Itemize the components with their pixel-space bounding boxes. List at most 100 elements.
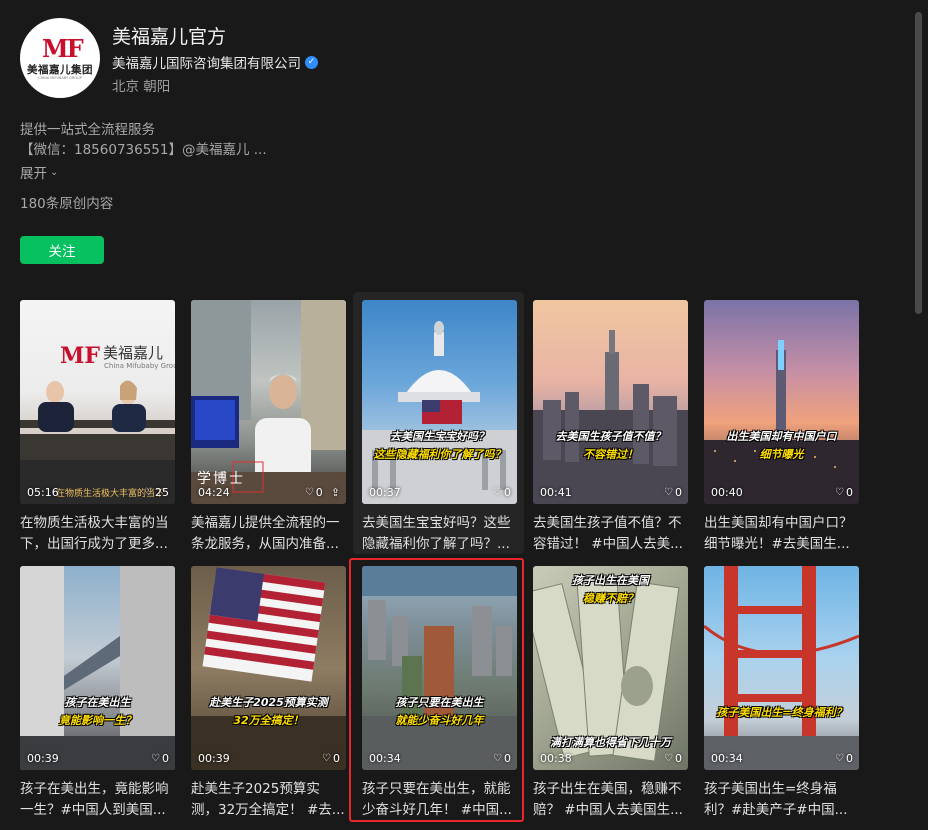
- original-count: 180条原创内容: [20, 196, 114, 212]
- video-card[interactable]: 出生美国却有中国户口 细节曝光 00:40 ♡ 0 出生美国却有中国户口？细节曝光…: [704, 300, 859, 555]
- thumb-caption: 孩子在美出生 竟能影响一生？: [20, 694, 175, 730]
- video-likes: ♡ 0: [664, 486, 682, 499]
- video-card[interactable]: 孩子在美出生 竟能影响一生？ 00:39 ♡ 0 孩子在美出生，竟能影响一生？#中…: [20, 566, 175, 821]
- description-line1: 提供一站式全流程服务: [20, 122, 155, 138]
- thumbnail-scene: [20, 566, 175, 770]
- video-title[interactable]: 出生美国却有中国户口？细节曝光！#去美国生...: [704, 513, 859, 555]
- caption-line2: 稳赚不赔？: [583, 592, 638, 605]
- thumb-brand: 美福嘉儿: [103, 344, 164, 362]
- heart-icon: ♡: [835, 753, 844, 764]
- video-thumbnail[interactable]: 出生美国却有中国户口 细节曝光 00:40 ♡ 0: [704, 300, 859, 504]
- caption-line2: 不容错过！: [583, 448, 638, 461]
- video-thumbnail[interactable]: 孩子出生在美国 稳赚不赔？ 满打满算也得省下几十万 00:38 ♡ 0: [533, 566, 688, 770]
- video-card[interactable]: MF 美福嘉儿 China Mifubaby Grou 在物质生活极大丰富的当下…: [20, 300, 175, 555]
- thumb-text: 学博士: [197, 471, 245, 487]
- caption-line1: 孩子美国出生=终身福利？: [716, 706, 847, 719]
- heart-icon: ♡: [664, 753, 673, 764]
- account-name: 美福嘉儿官方: [112, 26, 227, 48]
- video-duration: 00:39: [27, 752, 59, 765]
- video-title[interactable]: 孩子在美出生，竟能影响一生？#中国人到美国...: [20, 779, 175, 821]
- video-likes: ♡ 0: [151, 752, 169, 765]
- video-thumbnail[interactable]: 孩子在美出生 竟能影响一生？ 00:39 ♡ 0: [20, 566, 175, 770]
- thumb-caption: 赴美生子2025预算实测 32万全搞定！: [191, 694, 346, 730]
- video-title[interactable]: 在物质生活极大丰富的当下，出国行成为了更多...: [20, 513, 175, 555]
- avatar[interactable]: MF 美福嘉儿集团 CHINA MIFUBABY GROUP: [20, 18, 100, 98]
- video-duration: 00:39: [198, 752, 230, 765]
- video-title[interactable]: 孩子美国出生=终身福利？#赴美产子#中国...: [704, 779, 859, 821]
- thumb-caption-bottom: 满打满算也得省下几十万: [533, 734, 688, 752]
- description-line2: 【微信：18560736551】@美福嘉儿 ...: [20, 142, 267, 158]
- company-name: 美福嘉儿国际咨询集团有限公司 ✓: [112, 52, 318, 72]
- likes-count: 0: [333, 752, 340, 765]
- caption-line2: 32万全搞定！: [233, 714, 304, 727]
- likes-count: 0: [846, 752, 853, 765]
- company-label: 美福嘉儿国际咨询集团有限公司: [112, 56, 301, 72]
- likes-count: 0: [675, 752, 682, 765]
- selection-outline: [349, 558, 524, 822]
- video-duration: 00:34: [711, 752, 743, 765]
- thumb-caption: 去美国生宝宝好吗？ 这些隐藏福利你了解了吗？: [362, 428, 517, 464]
- logo-mark: MF: [42, 34, 84, 63]
- video-card[interactable]: 去美国生孩子值不值？ 不容错过！ 00:41 ♡ 0 去美国生孩子值不值？不容错过…: [533, 300, 688, 555]
- video-likes: ♡ 0: [835, 752, 853, 765]
- thumbnail-scene: [191, 567, 346, 770]
- scrollbar[interactable]: [915, 12, 922, 314]
- heart-icon: ♡: [664, 487, 673, 498]
- video-card[interactable]: 赴美生子2025预算实测 32万全搞定！ 00:39 ♡ 0 赴美生子2025预算…: [191, 566, 346, 821]
- location: 北京 朝阳: [112, 79, 171, 95]
- thumb-brand-sub: China Mifubaby Grou: [104, 362, 175, 370]
- caption-line1: 孩子出生在美国: [572, 574, 649, 587]
- video-likes: ♡ 0: [322, 752, 340, 765]
- share-icon: ⇪: [330, 486, 340, 499]
- follow-button[interactable]: 关注: [20, 236, 104, 264]
- avatar-brand: 美福嘉儿集团: [27, 64, 93, 76]
- caption-line2: 这些隐藏福利你了解了吗？: [373, 448, 506, 461]
- likes-count: 0: [504, 486, 511, 499]
- heart-icon: ♡: [304, 487, 314, 498]
- avatar-brand-en: CHINA MIFUBABY GROUP: [38, 76, 82, 80]
- video-title[interactable]: 美福嘉儿提供全流程的一条龙服务，从国内准备...: [191, 513, 346, 555]
- caption-line1: 孩子在美出生: [64, 696, 131, 709]
- video-card[interactable]: 学博士 04:24 ♡ 0 ⇪ 美福嘉儿提供全流程的一条龙服务，从国内准备...: [191, 300, 346, 555]
- thumb-caption: 出生美国却有中国户口 细节曝光: [704, 428, 859, 464]
- caption-line1: 出生美国却有中国户口: [726, 430, 837, 443]
- heart-icon: ♡: [322, 753, 331, 764]
- likes-count: 0: [846, 486, 853, 499]
- video-duration: 05:16: [27, 486, 59, 499]
- video-card[interactable]: 孩子出生在美国 稳赚不赔？ 满打满算也得省下几十万 00:38 ♡ 0 孩子出生在…: [533, 566, 688, 821]
- likes-count: 0: [315, 486, 323, 499]
- video-thumbnail[interactable]: 去美国生孩子值不值？ 不容错过！ 00:41 ♡ 0: [533, 300, 688, 504]
- video-thumbnail[interactable]: 学博士 04:24 ♡ 0 ⇪: [191, 300, 346, 504]
- video-title[interactable]: 去美国生宝宝好吗？这些隐藏福利你了解了吗？...: [362, 513, 517, 555]
- heart-icon: ♡: [144, 487, 153, 498]
- caption-line2: 竟能影响一生？: [59, 714, 136, 727]
- video-card[interactable]: 去美国生宝宝好吗？ 这些隐藏福利你了解了吗？ 00:37 ♡ 0 去美国生宝宝好吗…: [362, 300, 517, 555]
- likes-count: 0: [162, 752, 169, 765]
- video-likes: ♡ 0 ⇪: [305, 486, 340, 499]
- video-duration: 00:41: [540, 486, 572, 499]
- video-duration: 04:24: [198, 486, 230, 499]
- chevron-down-icon: ⌄: [50, 166, 59, 178]
- video-duration: 00:38: [540, 752, 572, 765]
- caption-line1: 去美国生宝宝好吗？: [390, 430, 489, 443]
- thumbnail-scene: [362, 321, 517, 504]
- video-thumbnail[interactable]: MF 美福嘉儿 China Mifubaby Grou 在物质生活极大丰富的当下…: [20, 300, 175, 504]
- thumbnail-scene: [704, 566, 859, 770]
- svg-text:MF: MF: [60, 343, 100, 369]
- video-title[interactable]: 孩子出生在美国，稳赚不赔？ #中国人去美国生...: [533, 779, 688, 821]
- video-duration: 00:37: [369, 486, 401, 499]
- video-thumbnail[interactable]: 孩子美国出生=终身福利？ 00:34 ♡ 0: [704, 566, 859, 770]
- video-thumbnail[interactable]: 去美国生宝宝好吗？ 这些隐藏福利你了解了吗？ 00:37 ♡ 0: [362, 300, 517, 504]
- heart-icon: ♡: [151, 753, 160, 764]
- heart-icon: ♡: [493, 487, 502, 498]
- video-thumbnail[interactable]: 赴美生子2025预算实测 32万全搞定！ 00:39 ♡ 0: [191, 566, 346, 770]
- expand-button[interactable]: 展开 ⌄: [20, 162, 58, 182]
- video-title[interactable]: 赴美生子2025预算实测，32万全搞定！ #去...: [191, 779, 346, 821]
- video-duration: 00:40: [711, 486, 743, 499]
- video-card[interactable]: 孩子美国出生=终身福利？ 00:34 ♡ 0 孩子美国出生=终身福利？#赴美产子#…: [704, 566, 859, 821]
- thumbnail-scene: MF: [20, 343, 175, 504]
- heart-icon: ♡: [835, 487, 844, 498]
- likes-count: 0: [675, 486, 682, 499]
- caption-line2: 细节曝光: [759, 448, 804, 461]
- video-title[interactable]: 去美国生孩子值不值？不容错过！ #中国人去美...: [533, 513, 688, 555]
